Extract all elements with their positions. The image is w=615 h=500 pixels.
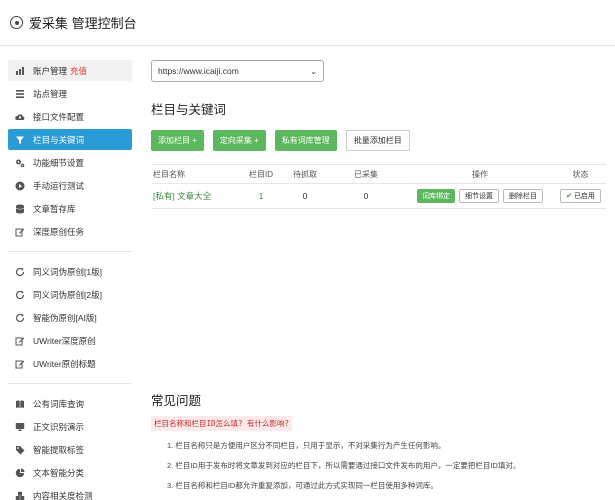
sidebar: 账户管理 充值 站点管理 接口文件配置 栏目与关键词 功能细节设置 手动运行测试 …: [8, 60, 132, 500]
faq-answer: 2. 栏目ID用于发布时将文章发到对应的栏目下，所以需要通过接口文件发布的用户，…: [167, 461, 521, 470]
row-actions: 词库绑定 细节设置 删除栏目: [405, 189, 555, 203]
status-label: 已启用: [573, 193, 595, 200]
sidebar-item-label: 站点管理: [33, 88, 68, 99]
refresh-icon: [14, 289, 25, 300]
sidebar-item-account[interactable]: 账户管理 充值: [8, 60, 132, 81]
header-collected: 已采集: [354, 169, 378, 179]
header-ops: 操作: [472, 169, 488, 179]
sidebar-item-details[interactable]: 功能细节设置: [8, 152, 132, 173]
pending-count: 0: [302, 191, 308, 201]
header-id: 栏目ID: [249, 169, 273, 179]
check-icon: ✔: [566, 193, 572, 200]
faq-answer: 3. 栏目名称和栏目ID都允许重复添加，可通过此方式实现同一栏目使用多种词库。: [167, 481, 438, 490]
sidebar-item-label: 同义词伪原创[1版]: [33, 266, 102, 277]
add-column-button[interactable]: 添加栏目 +: [151, 130, 204, 151]
sidebar-item-uwriter-deep[interactable]: UWriter深度原创: [8, 330, 132, 351]
sidebar-divider: [8, 383, 132, 384]
logo-icon: [10, 16, 23, 29]
bar-chart-icon: [14, 65, 25, 76]
refresh-icon: [14, 266, 25, 277]
sidebar-item-label: UWriter原创标题: [33, 358, 96, 369]
sidebar-item-synonym-v1[interactable]: 同义词伪原创[1版]: [8, 261, 132, 282]
header-status: 状态: [572, 169, 589, 179]
refresh-icon: [14, 312, 25, 323]
sidebar-item-label: 文章暂存库: [33, 203, 76, 214]
database-icon: [14, 203, 25, 214]
status-toggle[interactable]: ✔ 已启用: [560, 189, 601, 203]
sidebar-item-label: 栏目与关键词: [33, 134, 85, 145]
edit-icon: [14, 226, 25, 237]
sidebar-item-sites[interactable]: 站点管理: [8, 83, 132, 104]
sidebar-item-public-dict[interactable]: 公有词库查询: [8, 393, 132, 414]
site-select-value: https://www.icaiji.com: [158, 66, 239, 76]
sidebar-item-text-classify[interactable]: 文本智能分类: [8, 462, 132, 483]
header-name: 栏目名称: [153, 169, 185, 179]
sidebar-item-label: 内容相关度检测: [33, 490, 93, 500]
table-header: 栏目名称 栏目ID 待抓取 已采集 操作 状态: [151, 165, 606, 184]
sidebar-item-label: 智能提取标签: [33, 444, 85, 455]
column-id: 1: [258, 191, 264, 201]
targeted-collect-button[interactable]: 定向采集 +: [212, 130, 266, 151]
sidebar-item-label: 同义词伪原创[2版]: [33, 289, 102, 300]
toolbar: 添加栏目 + 定向采集 + 私有词库管理 批量添加栏目: [151, 130, 606, 151]
sidebar-divider: [8, 251, 132, 252]
cloud-upload-icon: [14, 111, 25, 122]
column-name-link[interactable]: [私有] 文章大全: [151, 190, 239, 202]
cubes-icon: [14, 490, 25, 500]
sidebar-item-label: 账户管理: [33, 65, 68, 76]
delete-column-button[interactable]: 删除栏目: [503, 189, 543, 203]
sidebar-item-label: 正文识别演示: [33, 421, 85, 432]
faq-title: 常见问题: [151, 394, 202, 408]
sidebar-item-tag-extract[interactable]: 智能提取标签: [8, 439, 132, 460]
sidebar-item-deep-original[interactable]: 深度原创任务: [8, 221, 132, 242]
tag-icon: [14, 444, 25, 455]
sidebar-item-label: 公有词库查询: [33, 398, 85, 409]
sidebar-item-label: 接口文件配置: [33, 111, 85, 122]
edit-icon: [14, 335, 25, 346]
page-title: 栏目与关键词: [151, 103, 227, 117]
sidebar-item-label: UWriter深度原创: [33, 335, 96, 346]
play-circle-icon: [14, 180, 25, 191]
sidebar-item-synonym-v2[interactable]: 同义词伪原创[2版]: [8, 284, 132, 305]
list-icon: [14, 88, 25, 99]
sidebar-item-label: 功能细节设置: [33, 157, 85, 168]
filter-icon: [14, 134, 25, 145]
sidebar-item-relevance[interactable]: 内容相关度检测: [8, 485, 132, 500]
private-dict-button[interactable]: 私有词库管理: [274, 130, 337, 151]
pie-chart-icon: [14, 467, 25, 478]
edit-icon: [14, 358, 25, 369]
monitor-icon: [14, 421, 25, 432]
sidebar-item-manual-run[interactable]: 手动运行测试: [8, 175, 132, 196]
detail-settings-button[interactable]: 细节设置: [459, 189, 499, 203]
sidebar-item-label: 深度原创任务: [33, 226, 85, 237]
collected-count: 0: [363, 191, 369, 201]
sidebar-item-columns[interactable]: 栏目与关键词: [8, 129, 132, 150]
faq-question: 栏目名称和栏目ID怎么填? 有什么影响?: [151, 416, 293, 431]
sidebar-item-uwriter-title[interactable]: UWriter原创标题: [8, 353, 132, 374]
faq-section: 常见问题 栏目名称和栏目ID怎么填? 有什么影响? 1. 栏目名称只是方便用户区…: [151, 390, 606, 491]
app-title: 爱采集 管理控制台: [29, 16, 137, 31]
batch-add-button[interactable]: 批量添加栏目: [345, 130, 410, 151]
chevron-down-icon: ⌄: [310, 66, 317, 76]
status-cell: ✔ 已启用: [555, 189, 606, 203]
columns-table: 栏目名称 栏目ID 待抓取 已采集 操作 状态 [私有] 文章大全 1 0 0 …: [151, 164, 606, 209]
bind-dict-button[interactable]: 词库绑定: [417, 189, 455, 203]
sidebar-item-label: 手动运行测试: [33, 180, 85, 191]
book-icon: [14, 398, 25, 409]
top-header: 爱采集 管理控制台: [0, 0, 615, 46]
sidebar-item-label: 智能伪原创[AI版]: [33, 312, 97, 323]
sidebar-item-text-recognition[interactable]: 正文识别演示: [8, 416, 132, 437]
sidebar-item-storage[interactable]: 文章暂存库: [8, 198, 132, 219]
gears-icon: [14, 157, 25, 168]
faq-answer: 1. 栏目名称只是方便用户区分不同栏目，只用于显示，不对采集行为产生任何影响。: [167, 441, 446, 450]
sidebar-item-label: 文本智能分类: [33, 467, 85, 478]
sidebar-item-ai-rewrite[interactable]: 智能伪原创[AI版]: [8, 307, 132, 328]
main-content: https://www.icaiji.com ⌄ 栏目与关键词 添加栏目 + 定…: [151, 60, 606, 209]
site-select[interactable]: https://www.icaiji.com ⌄: [151, 60, 324, 82]
table-row: [私有] 文章大全 1 0 0 词库绑定 细节设置 删除栏目 ✔ 已启用: [151, 184, 606, 209]
recharge-link[interactable]: 充值: [70, 65, 87, 77]
sidebar-item-interface[interactable]: 接口文件配置: [8, 106, 132, 127]
header-pending: 待抓取: [293, 169, 317, 179]
